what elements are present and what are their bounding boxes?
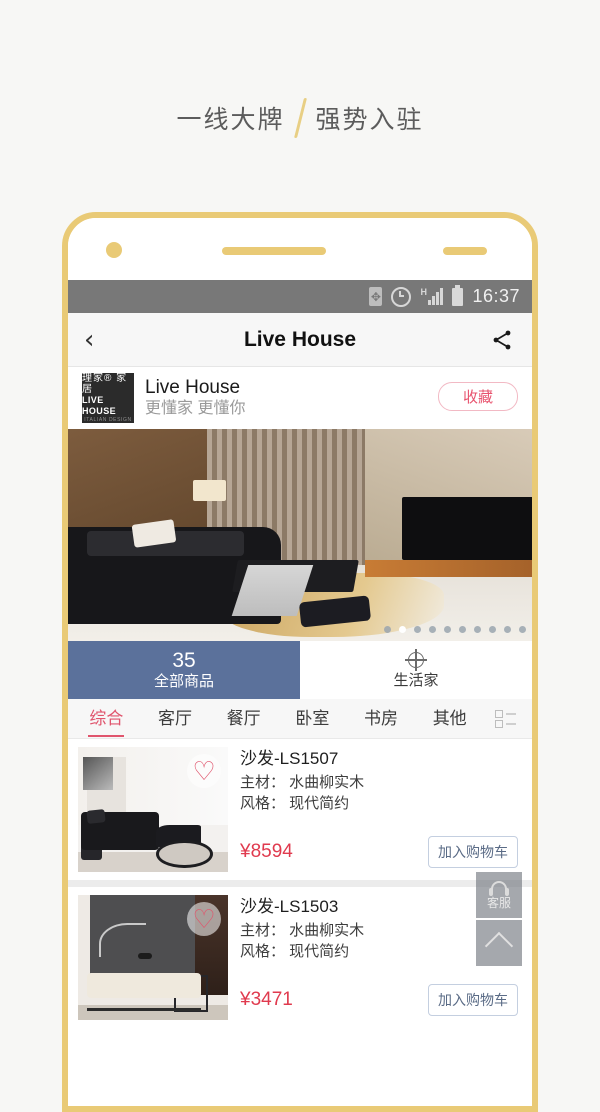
product-list-item[interactable]: ♡ 沙发-LS1503 主材： 水曲柳实木 风格： 现代简约 ¥3471 加入购…: [68, 887, 532, 1028]
product-bottom-row: ¥3471 加入购物车: [240, 984, 518, 1016]
bluetooth-icon: ✥: [369, 287, 383, 306]
heart-icon[interactable]: ♡: [187, 902, 221, 936]
shop-stat-tabs: 35 全部商品 生活家: [68, 641, 532, 699]
back-button[interactable]: ‹: [84, 327, 94, 353]
shop-header: 理家® 家居 LIVE HOUSE ITALIAN DESIGN Live Ho…: [68, 367, 532, 429]
battery-icon: [452, 284, 464, 306]
all-products-count: 35: [172, 648, 196, 672]
favorite-shop-button[interactable]: 收藏: [438, 382, 518, 411]
product-thumbnail[interactable]: ♡: [78, 747, 228, 872]
signal-bars-icon: H: [420, 287, 444, 305]
promo-left-text: 一线大牌: [176, 106, 285, 134]
shop-slogan: 更懂家 更懂你: [145, 400, 246, 418]
phone-screen: ✥ H 16:37 ‹ Live House 理家® 家居 LIVE HOUSE…: [68, 280, 532, 1106]
shop-logo: 理家® 家居 LIVE HOUSE ITALIAN DESIGN: [82, 373, 134, 423]
category-tab-woshi[interactable]: 卧室: [278, 699, 347, 739]
product-thumbnail[interactable]: ♡: [78, 895, 228, 1020]
category-tab-zonghe[interactable]: 综合: [72, 699, 141, 739]
category-tab-shufang[interactable]: 书房: [347, 699, 416, 739]
product-bottom-row: ¥8594 加入购物车: [240, 836, 518, 868]
carousel-dot[interactable]: [429, 626, 436, 633]
heart-icon[interactable]: ♡: [187, 754, 221, 788]
carousel-dots[interactable]: [384, 626, 526, 633]
carousel-dot[interactable]: [384, 626, 391, 633]
page-title: Live House: [243, 327, 357, 351]
crosshair-icon: [405, 649, 427, 672]
product-info: 沙发-LS1507 主材： 水曲柳实木 风格： 现代简约 ¥8594 加入购物车: [228, 747, 522, 872]
network-type-label: H: [420, 287, 427, 297]
carousel-dot[interactable]: [504, 626, 511, 633]
product-price: ¥8594: [240, 841, 293, 862]
speaker-grille-short: [443, 247, 487, 255]
status-bar: ✥ H 16:37: [68, 280, 532, 313]
product-material: 主材： 水曲柳实木: [240, 773, 365, 791]
chevron-up-icon: [484, 931, 514, 961]
add-to-cart-button[interactable]: 加入购物车: [428, 836, 518, 868]
app-navbar: ‹ Live House: [68, 313, 532, 367]
promo-right-text: 强势入驻: [315, 106, 424, 134]
lifestyle-label: 生活家: [393, 672, 439, 690]
alarm-icon: [391, 286, 412, 307]
product-style: 风格： 现代简约: [240, 795, 350, 813]
all-products-label: 全部商品: [153, 672, 214, 690]
phone-bezel-top: [68, 218, 532, 280]
shop-logo-line3: ITALIAN DESIGN: [84, 416, 132, 423]
product-list: ♡ 沙发-LS1507 主材： 水曲柳实木 风格： 现代简约 ¥8594 加入购…: [68, 739, 532, 1028]
customer-service-button[interactable]: 客服: [476, 872, 522, 918]
carousel-dot[interactable]: [444, 626, 451, 633]
carousel-dot[interactable]: [414, 626, 421, 633]
add-to-cart-button[interactable]: 加入购物车: [428, 984, 518, 1016]
shop-name: Live House: [145, 376, 241, 398]
shop-text-block: Live House 更懂家 更懂你: [145, 376, 245, 421]
product-list-item[interactable]: ♡ 沙发-LS1507 主材： 水曲柳实木 风格： 现代简约 ¥8594 加入购…: [68, 739, 532, 880]
camera-dot-icon: [106, 242, 122, 258]
phone-mockup: ✥ H 16:37 ‹ Live House 理家® 家居 LIVE HOUSE…: [62, 212, 538, 1112]
speaker-grille-long: [222, 247, 326, 255]
share-icon[interactable]: [490, 328, 514, 352]
carousel-dot[interactable]: [519, 626, 526, 633]
promo-slash-divider: [293, 98, 307, 138]
promo-headline: 一线大牌 强势入驻: [0, 98, 600, 138]
carousel-dot[interactable]: [474, 626, 481, 633]
status-clock: 16:37: [472, 286, 520, 306]
hero-banner-carousel[interactable]: [68, 429, 532, 641]
list-view-icon[interactable]: [484, 709, 528, 728]
carousel-dot[interactable]: [399, 626, 406, 633]
carousel-dot[interactable]: [489, 626, 496, 633]
tab-all-products[interactable]: 35 全部商品: [68, 641, 300, 699]
customer-service-label: 客服: [486, 896, 511, 910]
carousel-dot[interactable]: [459, 626, 466, 633]
category-tabs: 综合 客厅 餐厅 卧室 书房 其他: [68, 699, 532, 739]
category-tab-canting[interactable]: 餐厅: [209, 699, 278, 739]
shop-logo-line1: 理家® 家居: [82, 373, 128, 396]
back-to-top-button[interactable]: [476, 920, 522, 966]
product-price: ¥3471: [240, 989, 293, 1010]
product-title: 沙发-LS1507: [240, 749, 339, 768]
tab-lifestyle[interactable]: 生活家: [300, 641, 532, 699]
category-tab-qita[interactable]: 其他: [415, 699, 484, 739]
category-tab-keting[interactable]: 客厅: [141, 699, 210, 739]
headset-icon: [488, 881, 510, 896]
shop-logo-line2: LIVE HOUSE: [82, 395, 117, 416]
hero-banner-image: [68, 429, 532, 641]
